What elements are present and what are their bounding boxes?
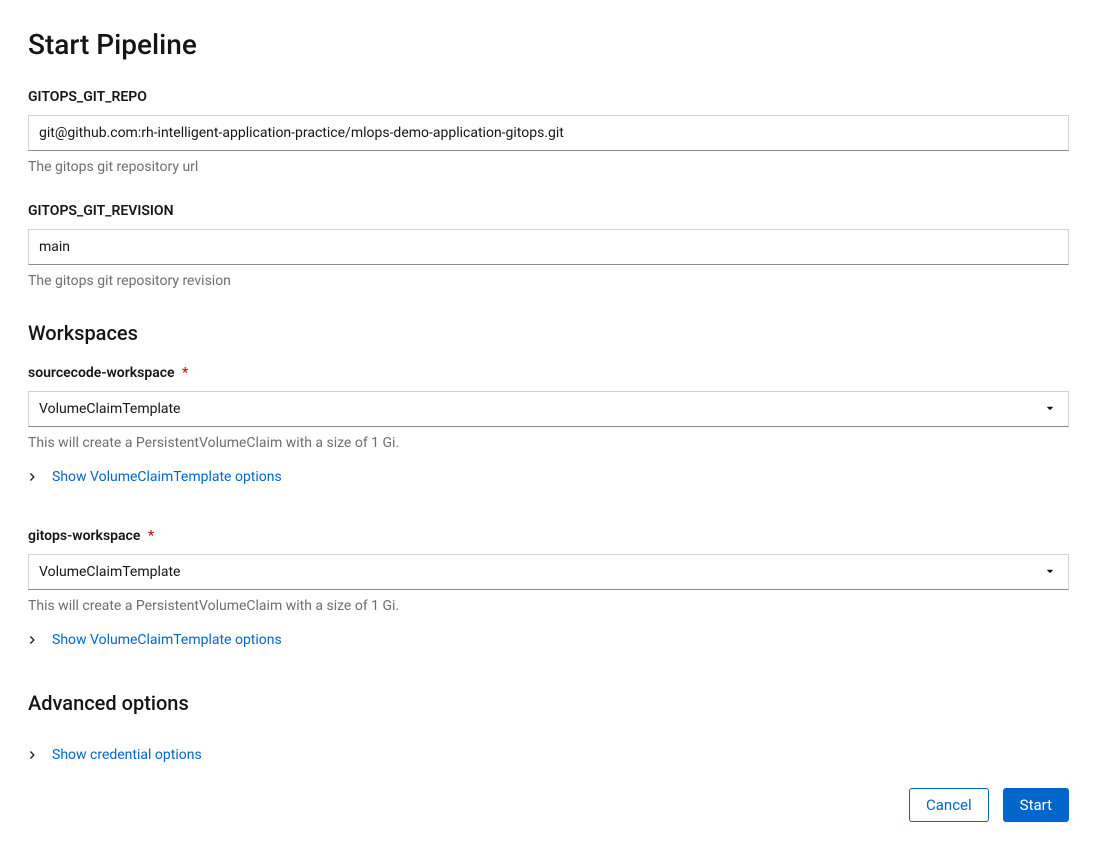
gitops-git-repo-label: GITOPS_GIT_REPO [28,89,1069,105]
show-sourcecode-vct-options[interactable]: Show VolumeClaimTemplate options [28,469,282,485]
show-gitops-vct-options[interactable]: Show VolumeClaimTemplate options [28,632,282,648]
sourcecode-workspace-label: sourcecode-workspace * [28,365,1069,381]
show-sourcecode-vct-options-label: Show VolumeClaimTemplate options [52,469,282,485]
advanced-title: Advanced options [28,691,1069,715]
sourcecode-workspace-select[interactable]: VolumeClaimTemplate [28,391,1069,427]
gitops-git-revision-help: The gitops git repository revision [28,273,1069,289]
workspaces-title: Workspaces [28,321,1069,345]
gitops-git-revision-label: GITOPS_GIT_REVISION [28,203,1069,219]
gitops-git-revision-input[interactable] [28,229,1069,265]
workspace-gitops: gitops-workspace * VolumeClaimTemplate T… [28,528,1069,649]
advanced-section: Advanced options Show credential options [28,691,1069,764]
chevron-right-icon [28,635,36,645]
cancel-button[interactable]: Cancel [909,788,989,822]
chevron-right-icon [28,472,36,482]
footer: Cancel Start [28,788,1069,822]
required-asterisk-icon: * [182,365,188,381]
gitops-git-repo-help: The gitops git repository url [28,159,1069,175]
start-button[interactable]: Start [1003,788,1069,822]
show-gitops-vct-options-label: Show VolumeClaimTemplate options [52,632,282,648]
gitops-workspace-label-text: gitops-workspace [28,528,140,544]
gitops-workspace-select-wrapper: VolumeClaimTemplate [28,554,1069,590]
show-credential-options[interactable]: Show credential options [28,747,202,763]
required-asterisk-icon: * [148,528,154,544]
workspace-sourcecode: sourcecode-workspace * VolumeClaimTempla… [28,365,1069,486]
page-title: Start Pipeline [28,28,1069,61]
gitops-git-revision-group: GITOPS_GIT_REVISION The gitops git repos… [28,203,1069,289]
gitops-workspace-help: This will create a PersistentVolumeClaim… [28,598,1069,614]
gitops-git-repo-input[interactable] [28,115,1069,151]
gitops-git-repo-group: GITOPS_GIT_REPO The gitops git repositor… [28,89,1069,175]
sourcecode-workspace-select-wrapper: VolumeClaimTemplate [28,391,1069,427]
sourcecode-workspace-help: This will create a PersistentVolumeClaim… [28,435,1069,451]
gitops-workspace-select[interactable]: VolumeClaimTemplate [28,554,1069,590]
gitops-workspace-label: gitops-workspace * [28,528,1069,544]
chevron-right-icon [28,750,36,760]
show-credential-options-label: Show credential options [52,747,202,763]
sourcecode-workspace-label-text: sourcecode-workspace [28,365,175,381]
